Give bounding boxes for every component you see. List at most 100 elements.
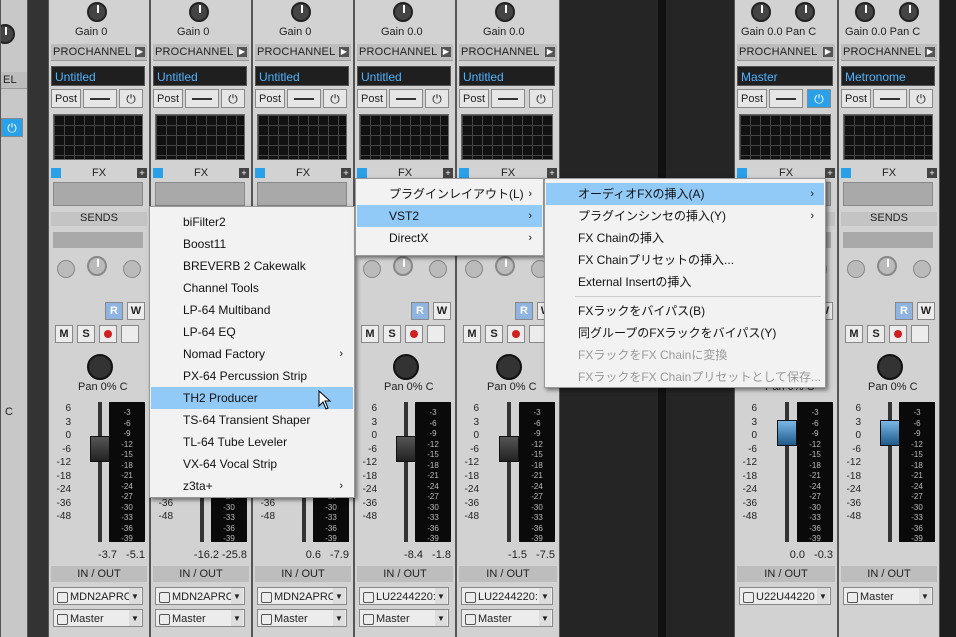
menu-item[interactable]: オーディオFXの挿入(A) › [546, 183, 824, 205]
menu-item[interactable]: biFilter2 [151, 211, 353, 233]
fx-power-icon[interactable] [737, 168, 747, 178]
gain-knob[interactable] [751, 2, 771, 22]
eq-graph[interactable] [843, 114, 933, 160]
track-name-field[interactable]: Untitled [51, 66, 145, 86]
input-select[interactable]: MDN2APRO ▼ [257, 587, 347, 605]
gain-knob[interactable] [291, 2, 311, 22]
input-select[interactable]: MDN2APRO ▼ [155, 587, 245, 605]
solo-button[interactable]: S [77, 325, 95, 343]
track-name-field[interactable]: Untitled [255, 66, 349, 86]
write-automation-button[interactable]: W [433, 302, 451, 320]
prochannel-expand-icon[interactable]: ▶ [441, 47, 451, 57]
input-select[interactable]: LU2244220: ▼ [461, 587, 553, 605]
gain-knob[interactable] [87, 2, 107, 22]
prochannel-power-button[interactable]: ⏻ [1, 118, 23, 137]
send-level-knob[interactable] [495, 256, 515, 276]
post-button[interactable]: Post [737, 89, 767, 108]
track-name-field[interactable]: Untitled [357, 66, 451, 86]
prochannel-power-button[interactable]: ⏻ [323, 89, 347, 108]
volume-fader[interactable] [777, 420, 797, 446]
chevron-down-icon[interactable]: ▼ [333, 610, 345, 626]
track-name-field[interactable]: Untitled [459, 66, 555, 86]
pan-knob-small[interactable] [899, 2, 919, 22]
post-button[interactable]: Post [841, 89, 871, 108]
fx-add-icon[interactable]: + [341, 168, 351, 178]
pan-knob[interactable] [87, 354, 113, 380]
send-slot[interactable] [843, 232, 933, 248]
fx-power-icon[interactable] [51, 168, 61, 178]
routing-link-icon[interactable] [389, 89, 423, 108]
menu-item[interactable]: LP-64 Multiband [151, 299, 353, 321]
read-automation-button[interactable]: R [411, 302, 429, 320]
send-slot[interactable] [53, 232, 143, 248]
volume-fader[interactable] [880, 420, 900, 446]
fx-add-icon[interactable]: + [825, 168, 835, 178]
post-button[interactable]: Post [153, 89, 183, 108]
mute-button[interactable]: M [55, 325, 73, 343]
pan-knob-small[interactable] [795, 2, 815, 22]
menu-item[interactable]: Channel Tools [151, 277, 353, 299]
fx-add-icon[interactable]: + [927, 168, 937, 178]
prochannel-expand-icon[interactable]: ▶ [823, 47, 833, 57]
menu-item[interactable]: VST2 › [357, 205, 542, 227]
chevron-down-icon[interactable]: ▼ [231, 610, 243, 626]
fx-add-icon[interactable]: + [547, 168, 557, 178]
menu-item[interactable]: Boost11 [151, 233, 353, 255]
fx-power-icon[interactable] [255, 168, 265, 178]
eq-graph[interactable] [461, 114, 553, 160]
read-automation-button[interactable]: R [515, 302, 533, 320]
menu-item[interactable]: LP-64 EQ [151, 321, 353, 343]
send-pan-knob[interactable] [429, 260, 447, 278]
send-post-knob[interactable] [57, 260, 75, 278]
mute-button[interactable]: M [361, 325, 379, 343]
menu-item[interactable]: z3ta+ › [151, 475, 353, 497]
post-button[interactable]: Post [357, 89, 387, 108]
write-automation-button[interactable]: W [127, 302, 145, 320]
record-arm-button[interactable] [507, 325, 525, 343]
send-post-knob[interactable] [847, 260, 865, 278]
send-pan-knob[interactable] [123, 260, 141, 278]
solo-button[interactable]: S [383, 325, 401, 343]
prochannel-expand-icon[interactable]: ▶ [339, 47, 349, 57]
volume-fader[interactable] [396, 436, 416, 462]
prochannel-expand-icon[interactable]: ▶ [135, 47, 145, 57]
input-select[interactable]: LU2244220: ▼ [359, 587, 449, 605]
input-echo-icon[interactable] [911, 325, 929, 343]
chevron-down-icon[interactable]: ▼ [539, 588, 551, 604]
routing-link-icon[interactable] [491, 89, 525, 108]
chevron-down-icon[interactable]: ▼ [539, 610, 551, 626]
chevron-down-icon[interactable]: ▼ [817, 588, 829, 604]
solo-button[interactable]: S [485, 325, 503, 343]
prochannel-header[interactable]: PROCHANNEL ▶ [357, 44, 453, 61]
prochannel-header[interactable]: PROCHANNEL ▶ [153, 44, 249, 61]
menu-item[interactable]: TS-64 Transient Shaper [151, 409, 353, 431]
eq-graph[interactable] [739, 114, 831, 160]
chevron-down-icon[interactable]: ▼ [435, 610, 447, 626]
prochannel-header[interactable]: PROCHANNEL ▶ [841, 44, 937, 61]
routing-link-icon[interactable] [769, 89, 803, 108]
pan-knob[interactable] [393, 354, 419, 380]
menu-item[interactable]: プラグインシンセの挿入(Y) › [546, 205, 824, 227]
send-level-knob[interactable] [87, 256, 107, 276]
mute-button[interactable]: M [463, 325, 481, 343]
prochannel-power-button[interactable]: ⏻ [529, 89, 553, 108]
write-automation-button[interactable]: W [917, 302, 935, 320]
fx-rack-slot[interactable] [257, 182, 347, 206]
menu-item[interactable]: FX Chainの挿入 [546, 227, 824, 249]
post-button[interactable]: Post [255, 89, 285, 108]
chevron-down-icon[interactable]: ▼ [129, 610, 141, 626]
track-name-field[interactable]: Metronome [841, 66, 935, 86]
track-name-field[interactable]: Untitled [153, 66, 247, 86]
fx-add-icon[interactable]: + [443, 168, 453, 178]
pan-knob[interactable] [877, 354, 903, 380]
solo-button[interactable]: S [867, 325, 885, 343]
record-arm-button[interactable] [405, 325, 423, 343]
output-select[interactable]: Master ▼ [53, 609, 143, 627]
chevron-down-icon[interactable]: ▼ [129, 588, 141, 604]
chevron-down-icon[interactable]: ▼ [231, 588, 243, 604]
gain-knob[interactable] [495, 2, 515, 22]
output-select[interactable]: Master ▼ [461, 609, 553, 627]
routing-link-icon[interactable] [873, 89, 907, 108]
prochannel-expand-icon[interactable]: ▶ [925, 47, 935, 57]
send-pan-knob[interactable] [913, 260, 931, 278]
